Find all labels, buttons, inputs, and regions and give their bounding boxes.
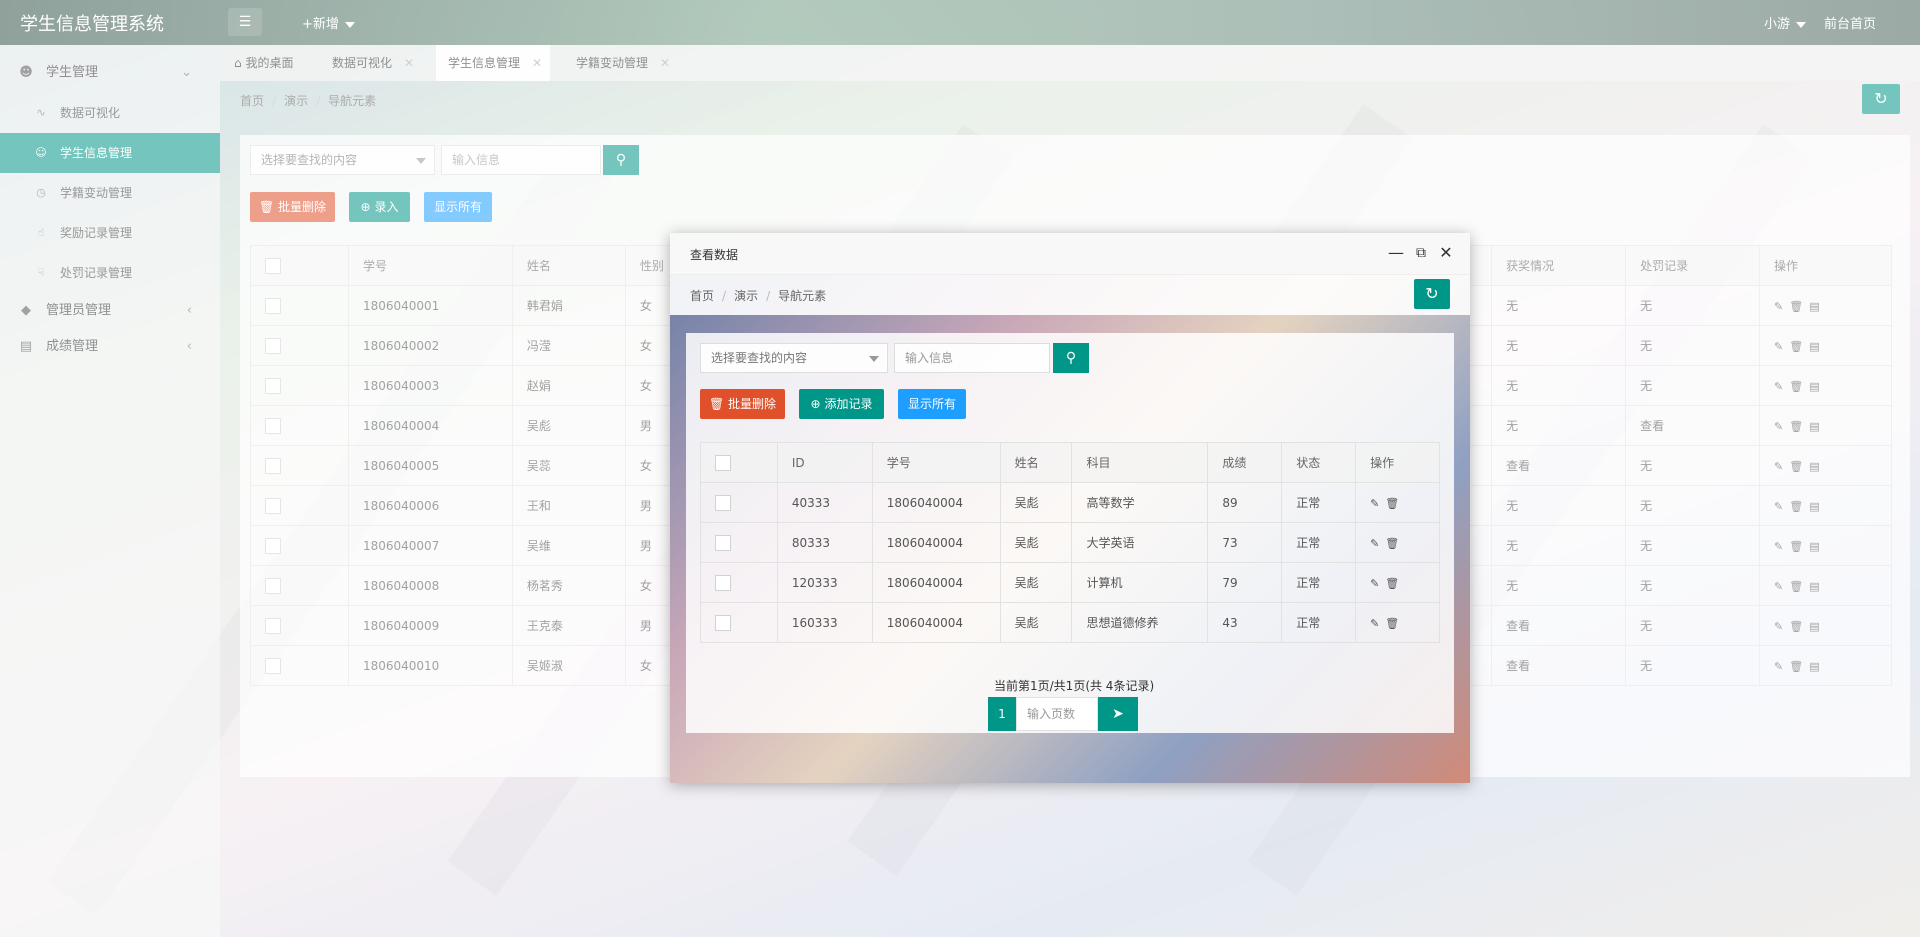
- search-field-select[interactable]: 选择要查找的内容: [700, 343, 888, 373]
- dialog-header: 查看数据 — ⧉ ✕: [670, 233, 1470, 275]
- dialog-breadcrumb-bar: 首页 / 演示 / 导航元素 ↻: [670, 275, 1470, 315]
- column-header: 科目: [1071, 442, 1209, 483]
- maximize-icon[interactable]: ⧉: [1411, 243, 1431, 263]
- add-record-button[interactable]: ⊕ 添加记录: [799, 389, 884, 419]
- edit-icon[interactable]: ✎: [1370, 497, 1379, 510]
- row-checkbox[interactable]: [715, 614, 731, 631]
- trash-icon: 🗑: [708, 397, 725, 411]
- subject-cell: 计算机: [1071, 562, 1209, 603]
- column-header: 姓名: [999, 442, 1073, 483]
- row-checkbox-cell[interactable]: [700, 562, 778, 603]
- close-icon[interactable]: ✕: [1436, 243, 1456, 263]
- refresh-button[interactable]: ↻: [1414, 279, 1450, 309]
- column-header: 学号: [871, 442, 1001, 483]
- score-cell: 73: [1207, 522, 1283, 563]
- table-row: 120333 1806040004 吴彪 计算机 79 正常 ✎ 🗑: [700, 562, 1440, 603]
- status-cell: 正常: [1281, 562, 1357, 603]
- row-checkbox-cell[interactable]: [700, 522, 778, 563]
- delete-icon[interactable]: 🗑: [1385, 577, 1399, 590]
- student-name-cell: 吴彪: [999, 522, 1073, 563]
- student-name-cell: 吴彪: [999, 602, 1073, 643]
- row-checkbox-cell[interactable]: [700, 602, 778, 643]
- batch-delete-button[interactable]: 🗑 批量删除: [700, 389, 785, 419]
- column-header: 状态: [1281, 442, 1357, 483]
- row-actions: ✎ 🗑: [1355, 562, 1440, 603]
- status-cell: 正常: [1281, 602, 1357, 643]
- breadcrumb: 首页 / 演示 / 导航元素: [690, 289, 827, 303]
- button-label: 批量删除: [728, 397, 777, 411]
- table-row: 40333 1806040004 吴彪 高等数学 89 正常 ✎ 🗑: [700, 482, 1440, 523]
- go-page-button[interactable]: ➤: [1098, 697, 1138, 731]
- delete-icon[interactable]: 🗑: [1385, 537, 1399, 550]
- subject-cell: 思想道德修养: [1071, 602, 1209, 643]
- search-input[interactable]: 输入信息: [894, 343, 1050, 373]
- student-id-cell: 1806040004: [871, 522, 1001, 563]
- record-id-cell: 80333: [776, 522, 873, 563]
- student-id-cell: 1806040004: [871, 602, 1001, 643]
- breadcrumb-item: 导航元素: [778, 289, 827, 303]
- table-row: 160333 1806040004 吴彪 思想道德修养 43 正常 ✎ 🗑: [700, 602, 1440, 643]
- record-id-cell: 40333: [776, 482, 873, 523]
- status-cell: 正常: [1281, 482, 1357, 523]
- dialog-title: 查看数据: [690, 248, 739, 262]
- table-row: 80333 1806040004 吴彪 大学英语 73 正常 ✎ 🗑: [700, 522, 1440, 563]
- edit-icon[interactable]: ✎: [1370, 577, 1379, 590]
- show-all-button[interactable]: 显示所有: [898, 389, 966, 419]
- score-cell: 43: [1207, 602, 1283, 643]
- row-actions: ✎ 🗑: [1355, 602, 1440, 643]
- student-name-cell: 吴彪: [999, 482, 1073, 523]
- search-icon: ⚲: [1065, 350, 1077, 366]
- row-actions: ✎ 🗑: [1355, 482, 1440, 523]
- dialog-body: 首页 / 演示 / 导航元素 ↻ 选择要查找的内容 输入信息 ⚲ 🗑 批量删除 ⊕ 添加…: [670, 275, 1470, 783]
- edit-icon[interactable]: ✎: [1370, 617, 1379, 630]
- score-cell: 89: [1207, 482, 1283, 523]
- student-id-cell: 1806040004: [871, 482, 1001, 523]
- delete-icon[interactable]: 🗑: [1385, 497, 1399, 510]
- pager-info: 当前第1页/共1页(共 4条记录): [994, 679, 1155, 693]
- send-icon: ➤: [1112, 706, 1124, 722]
- refresh-icon: ↻: [1425, 284, 1439, 303]
- view-data-dialog: 查看数据 — ⧉ ✕ 首页 / 演示 / 导航元素 ↻ 选择要查找的内容 输入信息 ⚲ …: [670, 233, 1470, 783]
- delete-icon[interactable]: 🗑: [1385, 617, 1399, 630]
- table-header-row: ID 学号 姓名 科目 成绩 状态 操作: [700, 442, 1440, 483]
- select-all-checkbox-cell[interactable]: [700, 442, 778, 483]
- student-id-cell: 1806040004: [871, 562, 1001, 603]
- select-all-checkbox[interactable]: [715, 454, 731, 471]
- record-id-cell: 160333: [776, 602, 873, 643]
- row-checkbox-cell[interactable]: [700, 482, 778, 523]
- button-label: 显示所有: [907, 397, 956, 411]
- column-header: 操作: [1355, 442, 1440, 483]
- search-button[interactable]: ⚲: [1053, 343, 1089, 373]
- score-cell: 79: [1207, 562, 1283, 603]
- dialog-panel: 选择要查找的内容 输入信息 ⚲ 🗑 批量删除 ⊕ 添加记录 显示所有 ID 学号…: [686, 333, 1454, 733]
- row-checkbox[interactable]: [715, 534, 731, 551]
- chevron-down-icon: [869, 356, 879, 362]
- column-header: 成绩: [1207, 442, 1283, 483]
- breadcrumb-item[interactable]: 首页: [690, 289, 714, 303]
- page-number-button[interactable]: 1: [988, 697, 1016, 731]
- minimize-icon[interactable]: —: [1386, 243, 1406, 263]
- record-id-cell: 120333: [776, 562, 873, 603]
- plus-circle-icon: ⊕: [810, 397, 821, 411]
- subject-cell: 高等数学: [1071, 482, 1209, 523]
- row-checkbox[interactable]: [715, 494, 731, 511]
- row-actions: ✎ 🗑: [1355, 522, 1440, 563]
- button-label: 添加记录: [824, 397, 873, 411]
- row-checkbox[interactable]: [715, 574, 731, 591]
- subject-cell: 大学英语: [1071, 522, 1209, 563]
- column-header: ID: [776, 442, 873, 483]
- status-cell: 正常: [1281, 522, 1357, 563]
- select-placeholder: 选择要查找的内容: [711, 351, 808, 365]
- breadcrumb-item[interactable]: 演示: [734, 289, 758, 303]
- edit-icon[interactable]: ✎: [1370, 537, 1379, 550]
- page-input[interactable]: 输入页数: [1016, 697, 1098, 731]
- grade-table: ID 学号 姓名 科目 成绩 状态 操作 40333 1806040004 吴彪 高等…: [700, 442, 1440, 643]
- student-name-cell: 吴彪: [999, 562, 1073, 603]
